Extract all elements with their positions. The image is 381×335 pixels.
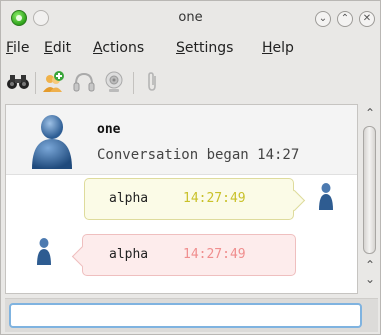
headset-icon[interactable] xyxy=(71,69,97,95)
contact-avatar xyxy=(24,107,80,176)
menu-edit[interactable]: Edit xyxy=(44,40,71,56)
message-time: 14:27:49 xyxy=(183,247,246,262)
close-icon[interactable]: ✕ xyxy=(359,11,375,27)
message-input[interactable] xyxy=(9,303,362,328)
add-contact-icon[interactable] xyxy=(41,69,67,95)
conversation-header: one Conversation began 14:27 xyxy=(6,105,357,175)
scroll-up-icon[interactable]: ⌃ xyxy=(361,258,379,272)
menu-bar: File Edit Actions Settings Help xyxy=(1,37,380,61)
message-text: alpha xyxy=(109,191,149,206)
own-avatar-icon xyxy=(318,181,334,214)
message-text: alpha xyxy=(109,247,149,262)
minimize-icon[interactable]: ⌄ xyxy=(315,11,331,27)
message-bubble-outgoing: alpha 14:27:49 xyxy=(84,178,294,220)
chat-window: one ⌄ ⌃ ✕ File Edit Actions Settings Hel… xyxy=(0,0,381,335)
scroll-down-icon[interactable]: ⌄ xyxy=(361,272,379,286)
conversation-view[interactable]: one Conversation began 14:27 alpha 14:27… xyxy=(5,104,358,294)
composer-area xyxy=(5,298,378,332)
menu-help[interactable]: Help xyxy=(262,40,294,56)
toolbar xyxy=(1,63,380,101)
scroll-up-icon[interactable]: ⌃ xyxy=(361,106,379,120)
scrollbar-thumb[interactable] xyxy=(363,126,376,254)
message-bubble-incoming: alpha 14:27:49 xyxy=(82,234,296,276)
contact-name: one xyxy=(97,122,121,137)
title-bar[interactable]: one ⌄ ⌃ ✕ xyxy=(1,1,380,35)
menu-settings[interactable]: Settings xyxy=(176,40,233,56)
contact-avatar-small-icon xyxy=(36,236,52,269)
webcam-icon[interactable] xyxy=(101,69,127,95)
maximize-icon[interactable]: ⌃ xyxy=(337,11,353,27)
paperclip-icon[interactable] xyxy=(139,69,165,95)
binoculars-icon[interactable] xyxy=(5,69,31,95)
conversation-began-text: Conversation began 14:27 xyxy=(97,147,300,163)
menu-file[interactable]: File xyxy=(6,40,29,56)
menu-actions[interactable]: Actions xyxy=(93,40,144,56)
vertical-scrollbar[interactable]: ⌃ ⌃ ⌄ xyxy=(361,104,379,294)
message-time: 14:27:49 xyxy=(183,191,246,206)
